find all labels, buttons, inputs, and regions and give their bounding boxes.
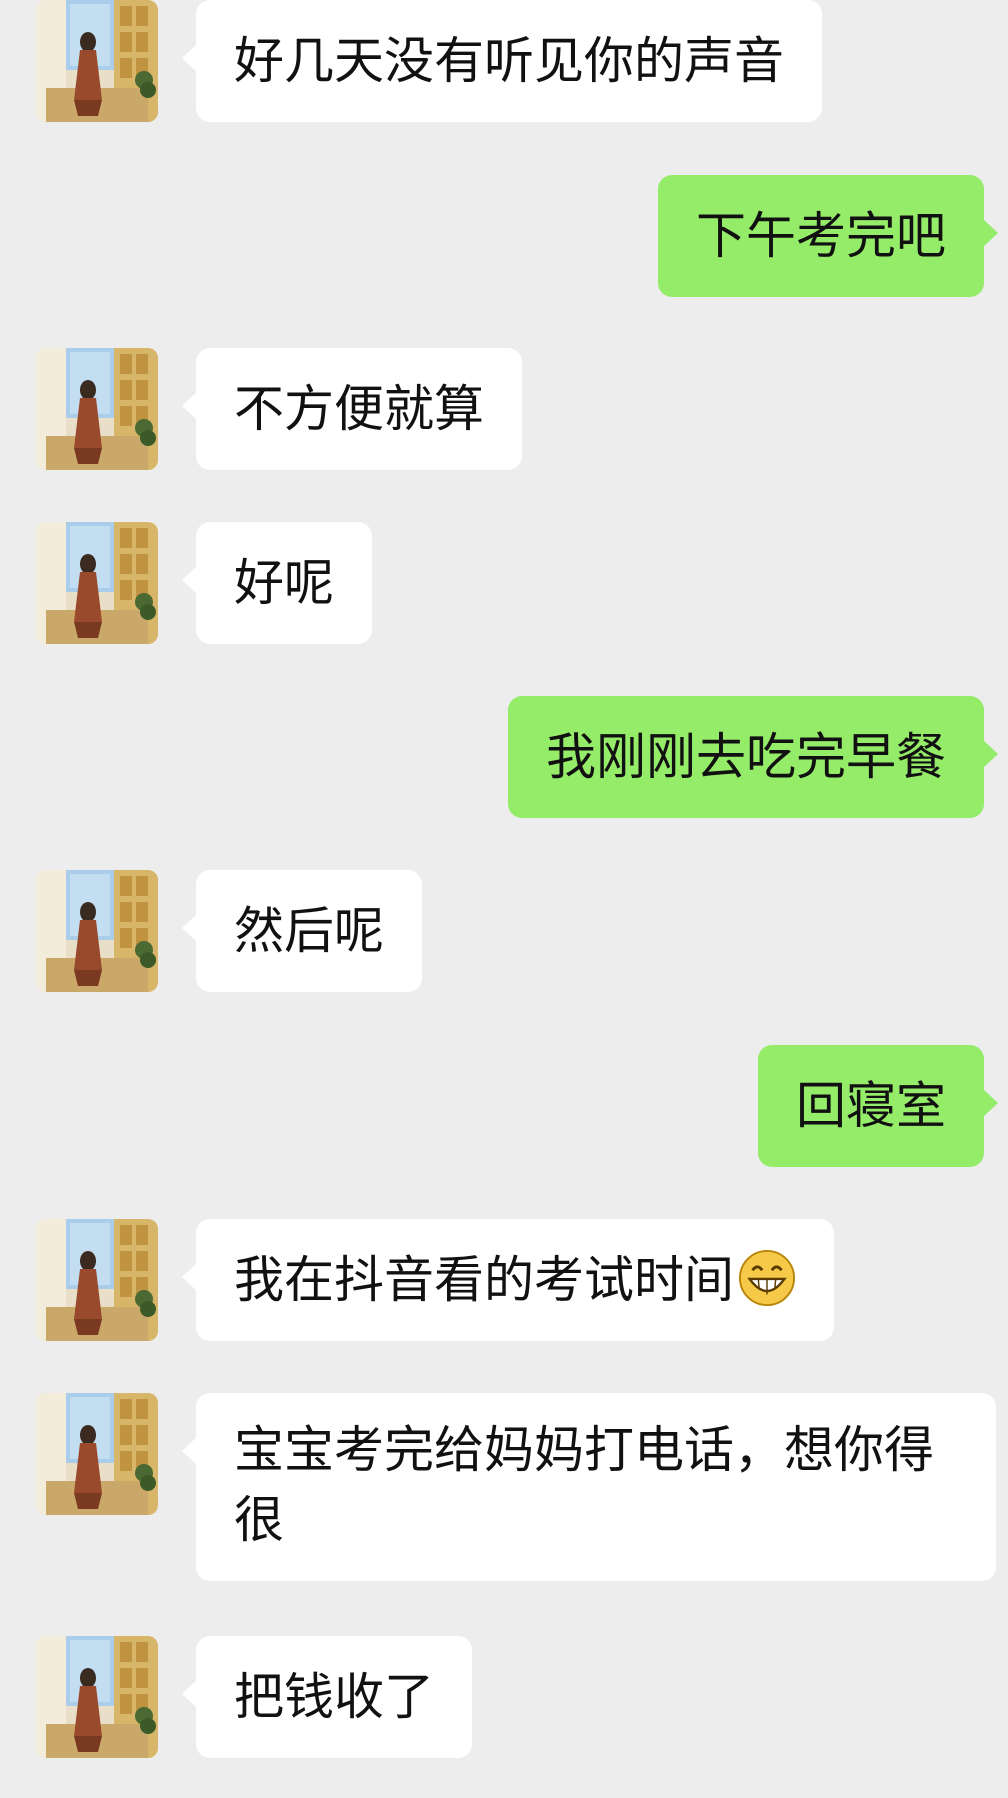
contact-avatar[interactable] bbox=[36, 870, 158, 992]
message-text: 我在抖音看的考试时间 bbox=[234, 1251, 734, 1309]
outgoing-message-bubble[interactable]: 我刚刚去吃完早餐 bbox=[508, 696, 998, 818]
contact-avatar[interactable] bbox=[36, 1219, 158, 1341]
outgoing-message-bubble[interactable]: 下午考完吧 bbox=[658, 175, 998, 297]
incoming-message-bubble[interactable]: 好几天没有听见你的声音 bbox=[182, 0, 822, 122]
contact-avatar[interactable] bbox=[36, 348, 158, 470]
message-text: 下午考完吧 bbox=[696, 207, 946, 265]
message-text: 宝宝考完给妈妈打电话，想你得很 bbox=[234, 1421, 934, 1549]
message-text: 好几天没有听见你的声音 bbox=[234, 32, 784, 90]
contact-avatar[interactable] bbox=[36, 522, 158, 644]
contact-avatar[interactable] bbox=[36, 1393, 158, 1515]
message-text: 不方便就算 bbox=[234, 380, 484, 438]
message-text: 好呢 bbox=[234, 554, 334, 612]
message-text: 我刚刚去吃完早餐 bbox=[546, 728, 946, 786]
incoming-message-bubble[interactable]: 然后呢 bbox=[182, 870, 422, 992]
message-text: 回寝室 bbox=[796, 1077, 946, 1135]
incoming-message-bubble[interactable]: 把钱收了 bbox=[182, 1636, 472, 1758]
message-text: 把钱收了 bbox=[234, 1668, 434, 1726]
message-text: 然后呢 bbox=[234, 902, 384, 960]
incoming-message-bubble[interactable]: 好呢 bbox=[182, 522, 372, 644]
outgoing-message-bubble[interactable]: 回寝室 bbox=[758, 1045, 998, 1167]
incoming-message-bubble[interactable]: 不方便就算 bbox=[182, 348, 522, 470]
incoming-message-bubble[interactable]: 宝宝考完给妈妈打电话，想你得很 bbox=[182, 1393, 996, 1581]
grinning-face-icon bbox=[738, 1249, 796, 1307]
contact-avatar[interactable] bbox=[36, 0, 158, 122]
incoming-message-bubble[interactable]: 我在抖音看的考试时间 bbox=[182, 1219, 834, 1341]
contact-avatar[interactable] bbox=[36, 1636, 158, 1758]
